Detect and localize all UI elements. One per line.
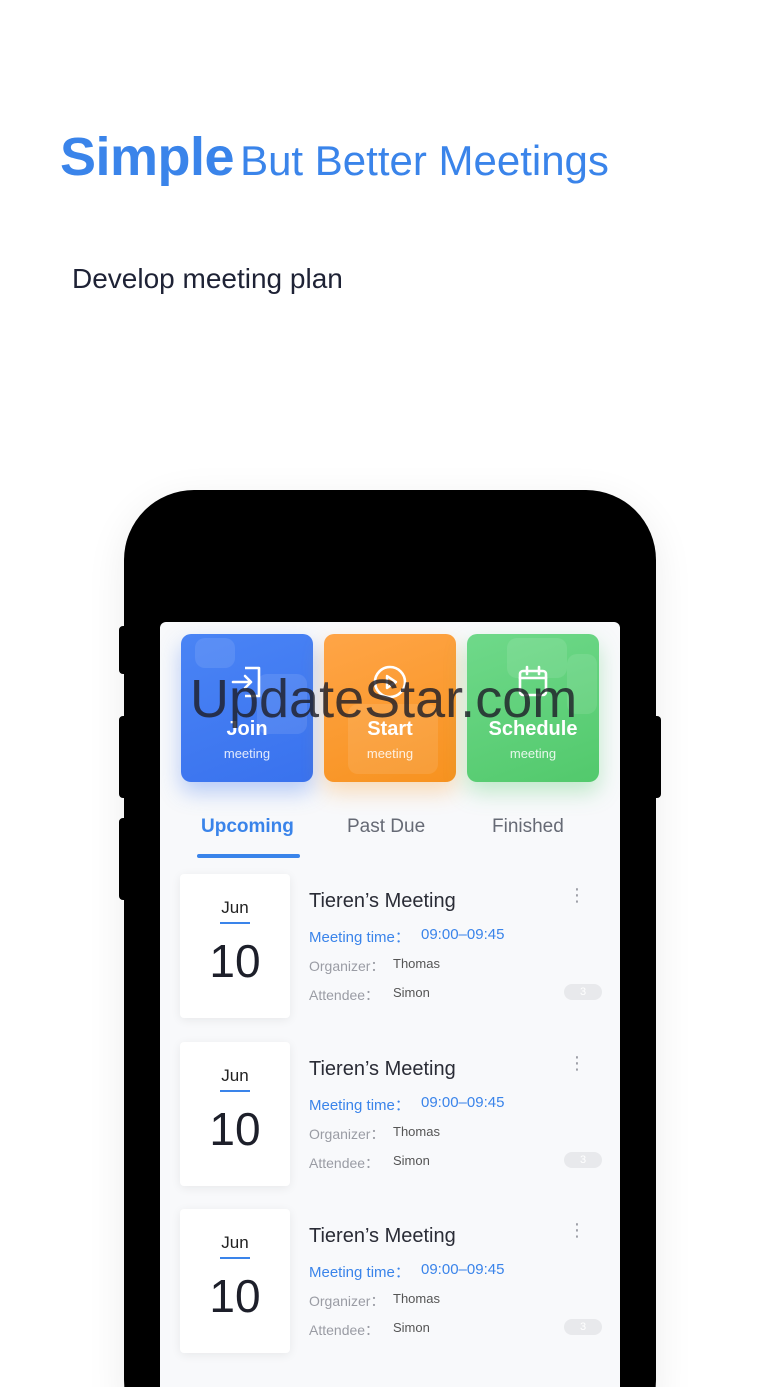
tab-upcoming[interactable]: Upcoming [201, 816, 294, 838]
meeting-date: Jun 10 [180, 874, 290, 1018]
meeting-card[interactable]: Jun 10 Tieren’s Meeting ⋮ Meeting time： 0… [180, 1042, 602, 1186]
meeting-title: Tieren’s Meeting [309, 890, 456, 912]
meeting-info: Tieren’s Meeting ⋮ Meeting time： 09:00–09… [309, 1042, 602, 1186]
join-label: Join [226, 718, 268, 740]
organizer-row: Organizer： Thomas [309, 956, 440, 976]
meeting-title: Tieren’s Meeting [309, 1225, 456, 1247]
meeting-tabs: Upcoming Past Due Finished [160, 812, 620, 860]
start-label: Start [367, 718, 413, 740]
organizer-value: Thomas [393, 1291, 440, 1306]
month-underline [220, 1257, 250, 1259]
organizer-row: Organizer： Thomas [309, 1291, 440, 1311]
headline-bold: Simple [60, 127, 235, 187]
schedule-meeting-button[interactable]: Schedule meeting [467, 634, 599, 782]
meeting-time-value: 09:00–09:45 [421, 926, 505, 943]
meeting-info: Tieren’s Meeting ⋮ Meeting time： 09:00–09… [309, 874, 602, 1018]
join-meeting-button[interactable]: Join meeting [181, 634, 313, 782]
meeting-month: Jun [221, 1066, 249, 1085]
meeting-time-value: 09:00–09:45 [421, 1261, 505, 1278]
attendee-count-badge: 3 [564, 984, 602, 1000]
phone-screen: Join meeting Start meeting Schedule meet… [160, 622, 620, 1387]
organizer-label: Organizer： [309, 1126, 385, 1142]
play-circle-icon [373, 665, 407, 699]
more-options-icon[interactable]: ⋮ [568, 886, 586, 904]
headline: Simple But Better Meetings [60, 126, 609, 188]
tab-indicator [197, 854, 300, 858]
meeting-time-row: Meeting time： 09:00–09:45 [309, 1094, 504, 1115]
schedule-label: Schedule [488, 718, 578, 740]
subline: Develop meeting plan [72, 263, 343, 294]
meeting-time-row: Meeting time： 09:00–09:45 [309, 1261, 504, 1282]
attendee-row: Attendee： Simon [309, 1153, 430, 1173]
meeting-time-label: Meeting time： [309, 1264, 410, 1281]
organizer-label: Organizer： [309, 1293, 385, 1309]
more-options-icon[interactable]: ⋮ [568, 1054, 586, 1072]
meeting-date: Jun 10 [180, 1209, 290, 1353]
attendee-count-badge: 3 [564, 1152, 602, 1168]
tab-past-due[interactable]: Past Due [347, 816, 425, 838]
meeting-title: Tieren’s Meeting [309, 1058, 456, 1080]
attendee-label: Attendee： [309, 987, 380, 1003]
organizer-value: Thomas [393, 1124, 440, 1139]
attendee-value: Simon [393, 985, 430, 1000]
organizer-row: Organizer： Thomas [309, 1124, 440, 1144]
meeting-day: 10 [209, 1103, 261, 1155]
meeting-time-row: Meeting time： 09:00–09:45 [309, 926, 504, 947]
meeting-month: Jun [221, 898, 249, 917]
attendee-value: Simon [393, 1320, 430, 1335]
organizer-value: Thomas [393, 956, 440, 971]
month-underline [220, 922, 250, 924]
meeting-info: Tieren’s Meeting ⋮ Meeting time： 09:00–09… [309, 1209, 602, 1353]
tab-finished[interactable]: Finished [492, 816, 564, 838]
attendee-row: Attendee： Simon [309, 985, 430, 1005]
attendee-label: Attendee： [309, 1322, 380, 1338]
calendar-icon [518, 665, 548, 697]
start-meeting-button[interactable]: Start meeting [324, 634, 456, 782]
meeting-card[interactable]: Jun 10 Tieren’s Meeting ⋮ Meeting time： 0… [180, 1209, 602, 1353]
tile-decoration [567, 654, 597, 714]
headline-rest: But Better Meetings [240, 137, 609, 184]
attendee-label: Attendee： [309, 1155, 380, 1171]
meeting-day: 10 [209, 935, 261, 987]
meeting-time-label: Meeting time： [309, 1097, 410, 1114]
join-sublabel: meeting [223, 746, 271, 761]
schedule-sublabel: meeting [509, 746, 557, 761]
start-sublabel: meeting [366, 746, 414, 761]
more-options-icon[interactable]: ⋮ [568, 1221, 586, 1239]
meeting-time-label: Meeting time： [309, 929, 410, 946]
month-underline [220, 1090, 250, 1092]
meeting-card[interactable]: Jun 10 Tieren’s Meeting ⋮ Meeting time： 0… [180, 874, 602, 1018]
meeting-month: Jun [221, 1233, 249, 1252]
meeting-date: Jun 10 [180, 1042, 290, 1186]
meeting-day: 10 [209, 1270, 261, 1322]
action-tiles: Join meeting Start meeting Schedule meet… [181, 634, 601, 782]
attendee-row: Attendee： Simon [309, 1320, 430, 1340]
meeting-time-value: 09:00–09:45 [421, 1094, 505, 1111]
attendee-count-badge: 3 [564, 1319, 602, 1335]
join-arrow-icon [231, 666, 261, 698]
organizer-label: Organizer： [309, 958, 385, 974]
attendee-value: Simon [393, 1153, 430, 1168]
